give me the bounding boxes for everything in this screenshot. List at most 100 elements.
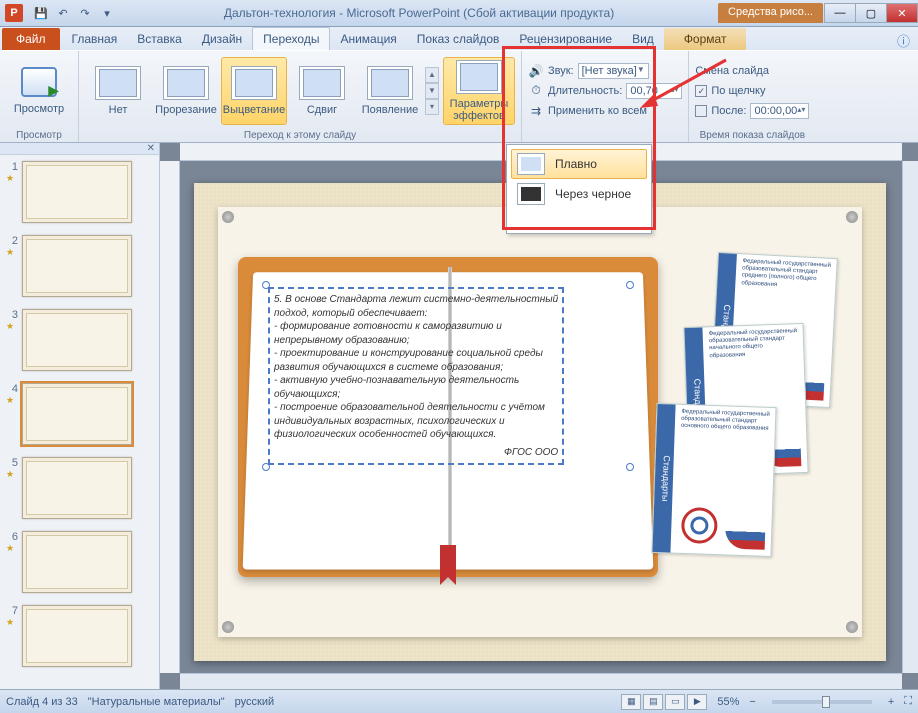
thumb-number: 7 (6, 605, 18, 617)
slide-thumbnail[interactable] (22, 457, 132, 519)
view-normal[interactable]: ▦ (621, 694, 641, 710)
thumbnail-row[interactable]: 2★ (0, 229, 159, 303)
group-timing-label: Время показа слайдов (695, 128, 809, 141)
apply-all-button[interactable]: Применить ко всем (548, 105, 647, 117)
tab-view[interactable]: Вид (622, 28, 664, 50)
zoom-percent[interactable]: 55% (717, 696, 739, 708)
fit-button[interactable]: ⛶ (904, 695, 912, 708)
tab-slideshow[interactable]: Показ слайдов (407, 28, 510, 50)
selection-handle[interactable] (626, 463, 634, 471)
book-textbox[interactable]: 5. В основе Стандарта лежит системно-дея… (268, 287, 628, 465)
book-line: обучающихся; (274, 388, 558, 402)
transition-push-label: Сдвиг (307, 104, 337, 116)
selection-handle[interactable] (626, 281, 634, 289)
dropdown-item-through-black[interactable]: Через черное (511, 179, 647, 209)
view-slideshow[interactable]: ▶ (687, 694, 707, 710)
file-tab[interactable]: Файл (2, 28, 60, 50)
slide-thumbnail[interactable] (22, 309, 132, 371)
ruler-vertical (160, 161, 180, 673)
selection-handle[interactable] (262, 281, 270, 289)
sound-label: Звук: (548, 65, 574, 77)
quick-access-toolbar: 💾 ↶ ↷ ▾ (28, 4, 120, 22)
view-reading[interactable]: ▭ (665, 694, 685, 710)
status-language[interactable]: русский (235, 696, 274, 708)
save-icon[interactable]: 💾 (32, 4, 50, 22)
tab-insert[interactable]: Вставка (127, 28, 192, 50)
panel-close-icon[interactable]: ✕ (147, 143, 155, 154)
transition-none[interactable]: Нет (85, 57, 151, 125)
tab-home[interactable]: Главная (62, 28, 128, 50)
gallery-scroll[interactable]: ▲▼▾ (425, 67, 439, 115)
thumbnail-row[interactable]: 7★ (0, 599, 159, 673)
effect-options-icon (456, 60, 502, 94)
status-slide-number: Слайд 4 из 33 (6, 696, 78, 708)
smoothly-icon (517, 153, 545, 175)
thumbnail-row[interactable]: 5★ (0, 451, 159, 525)
smoothly-label: Плавно (555, 157, 597, 171)
undo-icon[interactable]: ↶ (54, 4, 72, 22)
maximize-button[interactable]: ▢ (855, 3, 887, 23)
preview-button[interactable]: Просмотр (6, 57, 72, 125)
view-sorter[interactable]: ▤ (643, 694, 663, 710)
through-black-icon (517, 183, 545, 205)
effect-options-button[interactable]: Параметры эффектов (443, 57, 515, 125)
book-line: - построение образовательной деятельност… (274, 401, 558, 415)
book-line: - активную учебно-познавательную деятель… (274, 374, 558, 388)
zoom-out-button[interactable]: − (749, 696, 755, 708)
bookmark-icon (440, 545, 456, 585)
qat-dropdown-icon[interactable]: ▾ (98, 4, 116, 22)
transition-fade[interactable]: Выцветание (221, 57, 287, 125)
redo-icon[interactable]: ↷ (76, 4, 94, 22)
transition-cut[interactable]: Прорезание (153, 57, 219, 125)
thumbnail-row[interactable]: 3★ (0, 303, 159, 377)
tab-format[interactable]: Формат (664, 28, 747, 50)
tab-transitions[interactable]: Переходы (252, 27, 330, 50)
animation-star-icon: ★ (6, 247, 18, 258)
thumbnail-row[interactable]: 1★ (0, 155, 159, 229)
card-spine: Стандарты (652, 404, 675, 553)
help-icon[interactable]: ⓘ (897, 31, 910, 50)
logo-icon (681, 507, 718, 544)
thumbnail-row[interactable]: 6★ (0, 525, 159, 599)
transition-appear-label: Появление (362, 104, 418, 116)
scrollbar-vertical[interactable] (902, 161, 918, 673)
group-preview: Просмотр Просмотр (0, 51, 79, 142)
slide-thumbnail[interactable] (22, 235, 132, 297)
slide-thumbnail[interactable] (22, 605, 132, 667)
animation-star-icon: ★ (6, 321, 18, 332)
book-shape[interactable]: 5. В основе Стандарта лежит системно-дея… (248, 267, 648, 567)
spacer-label (528, 128, 682, 141)
tab-design[interactable]: Дизайн (192, 28, 252, 50)
tab-animations[interactable]: Анимация (330, 28, 406, 50)
standard-cards: Стандарты Федеральный государственный обр… (636, 255, 834, 565)
after-value: 00:00,00 (754, 105, 797, 117)
panel-tabs[interactable]: ✕ (0, 143, 159, 155)
transition-appear[interactable]: Появление (357, 57, 423, 125)
selected-text-frame[interactable]: 5. В основе Стандарта лежит системно-дея… (268, 287, 564, 465)
selection-handle[interactable] (262, 463, 270, 471)
app-icon: P (5, 4, 23, 22)
minimize-button[interactable]: — (824, 3, 856, 23)
preview-icon (21, 67, 57, 97)
slide-thumbnail[interactable] (22, 161, 132, 223)
card-3[interactable]: СтандартыФедеральный государственный обр… (651, 403, 776, 557)
transition-push[interactable]: Сдвиг (289, 57, 355, 125)
sound-icon: 🔊 (528, 63, 544, 79)
slide-canvas[interactable]: 5. В основе Стандарта лежит системно-дея… (194, 183, 886, 661)
card-body: Федеральный государственный образователь… (709, 328, 800, 360)
dropdown-item-smoothly[interactable]: Плавно (511, 149, 647, 179)
zoom-in-button[interactable]: + (888, 696, 894, 708)
zoom-thumb[interactable] (822, 696, 830, 708)
transition-cut-icon (163, 66, 209, 100)
close-button[interactable]: ✕ (886, 3, 918, 23)
thumbnail-row[interactable]: 4★ (0, 377, 159, 451)
animation-star-icon: ★ (6, 469, 18, 480)
slide-thumbnail[interactable] (22, 383, 132, 445)
zoom-slider[interactable] (772, 700, 872, 704)
tab-review[interactable]: Рецензирование (509, 28, 622, 50)
sound-value: [Нет звука] (582, 65, 637, 77)
slides-panel: ✕ 1★2★3★4★5★6★7★ (0, 143, 160, 689)
after-spinner[interactable]: 00:00,00▴▾ (750, 103, 809, 119)
scrollbar-horizontal[interactable] (180, 673, 902, 689)
slide-thumbnail[interactable] (22, 531, 132, 593)
